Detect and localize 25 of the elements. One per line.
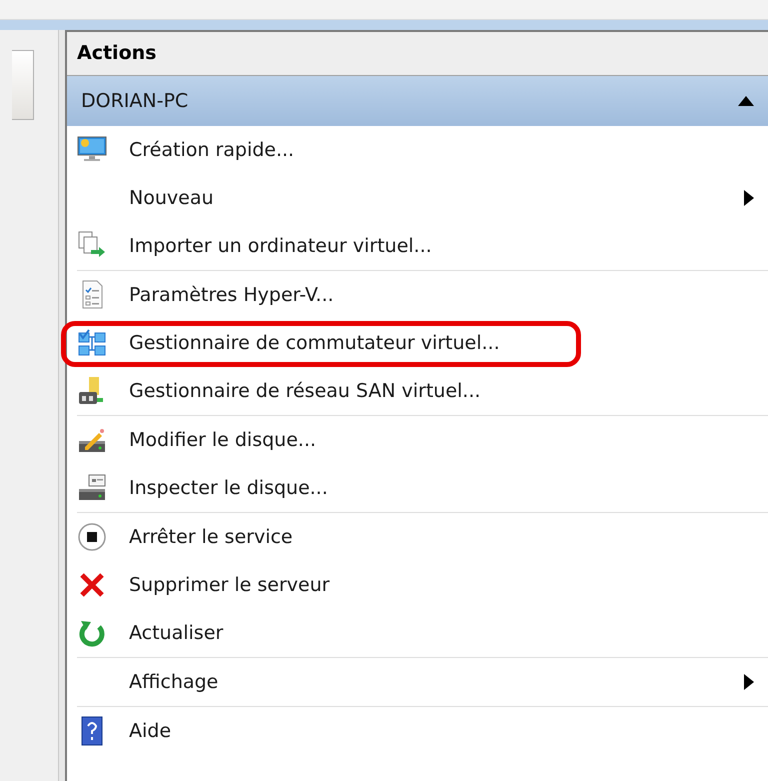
menu-item[interactable]: Création rapide... bbox=[67, 126, 768, 174]
menu-item[interactable]: Importer un ordinateur virtuel... bbox=[67, 222, 768, 270]
splitter[interactable] bbox=[58, 30, 65, 781]
submenu-item[interactable]: Affichage bbox=[67, 658, 768, 706]
menu-item[interactable]: Supprimer le serveur bbox=[67, 561, 768, 609]
menu-item[interactable]: Paramètres Hyper-V... bbox=[67, 271, 768, 319]
menu-item[interactable]: Modifier le disque... bbox=[67, 416, 768, 464]
panel-title: Actions bbox=[67, 32, 768, 76]
submenu-arrow-icon bbox=[744, 674, 754, 690]
disk-inspect-icon bbox=[77, 473, 107, 503]
collapse-icon[interactable] bbox=[738, 96, 754, 106]
submenu-arrow-icon bbox=[744, 190, 754, 206]
menu-item[interactable]: Aide bbox=[67, 707, 768, 755]
menu-item[interactable]: Gestionnaire de réseau SAN virtuel... bbox=[67, 367, 768, 415]
refresh-icon bbox=[77, 618, 107, 648]
stop-icon bbox=[77, 522, 107, 552]
network-switch-icon bbox=[77, 328, 107, 358]
group-header[interactable]: DORIAN-PC bbox=[67, 76, 768, 126]
group-title: DORIAN-PC bbox=[81, 88, 188, 114]
menu-item[interactable]: Inspecter le disque... bbox=[67, 464, 768, 512]
submenu-item[interactable]: Nouveau bbox=[67, 174, 768, 222]
menu-item[interactable]: Actualiser bbox=[67, 609, 768, 657]
menu-item[interactable]: Arrêter le service bbox=[67, 513, 768, 561]
menu-item[interactable]: Gestionnaire de commutateur virtuel... bbox=[67, 319, 768, 367]
pane-frame bbox=[12, 50, 34, 120]
